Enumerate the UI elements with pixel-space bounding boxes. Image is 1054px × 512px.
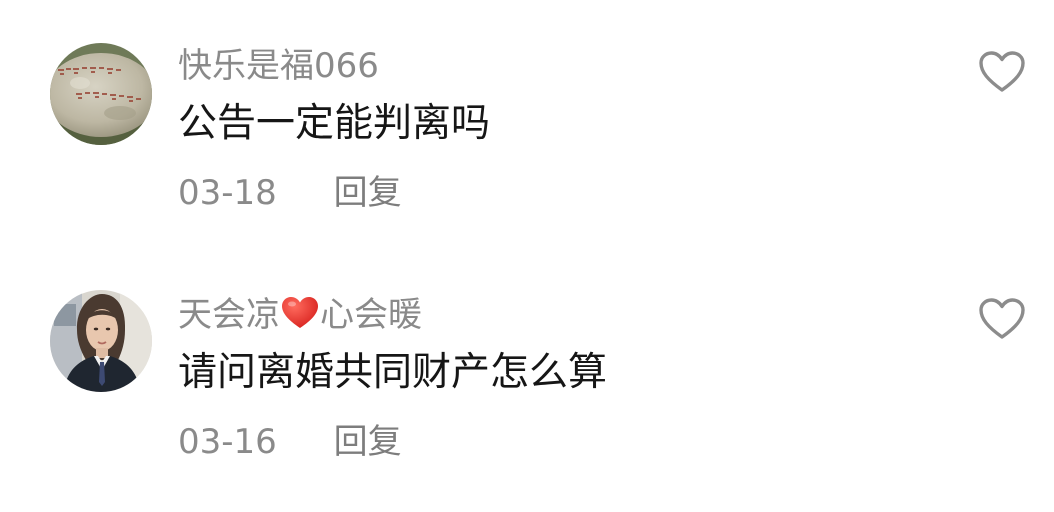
like-button[interactable] <box>978 50 1026 94</box>
comment-list: 快乐是福066 公告一定能判离吗 03-18 回复 天会凉 心会暖 请问离婚共同… <box>0 0 1054 512</box>
heart-outline-icon <box>979 298 1025 339</box>
reply-button[interactable]: 回复 <box>334 173 402 213</box>
comment-item: 天会凉 心会暖 请问离婚共同财产怎么算 03-16 回复 <box>0 248 1054 496</box>
avatar[interactable] <box>50 43 152 145</box>
username-part-1: 天会凉 <box>178 295 280 335</box>
comment-date: 03-18 <box>178 173 277 213</box>
red-heart-emoji-icon <box>282 297 318 328</box>
comment-meta: 03-18 回复 <box>178 173 402 213</box>
username-part-2: 心会暖 <box>320 295 422 335</box>
comment-meta: 03-16 回复 <box>178 422 402 462</box>
avatar[interactable] <box>50 290 152 392</box>
red-heart-emoji <box>281 296 319 330</box>
comment-username[interactable]: 天会凉 心会暖 <box>178 295 422 335</box>
comment-username[interactable]: 快乐是福066 <box>178 46 379 86</box>
comment-text: 请问离婚共同财产怎么算 <box>178 350 608 395</box>
comment-date: 03-16 <box>178 422 277 462</box>
portrait-photo-avatar-image <box>50 290 152 392</box>
reply-button[interactable]: 回复 <box>334 422 402 462</box>
stone-inscription-avatar-image <box>50 43 152 145</box>
like-button[interactable] <box>978 297 1026 341</box>
comment-text: 公告一定能判离吗 <box>178 101 491 146</box>
heart-outline-icon <box>979 51 1025 92</box>
comment-item: 快乐是福066 公告一定能判离吗 03-18 回复 <box>0 0 1054 248</box>
